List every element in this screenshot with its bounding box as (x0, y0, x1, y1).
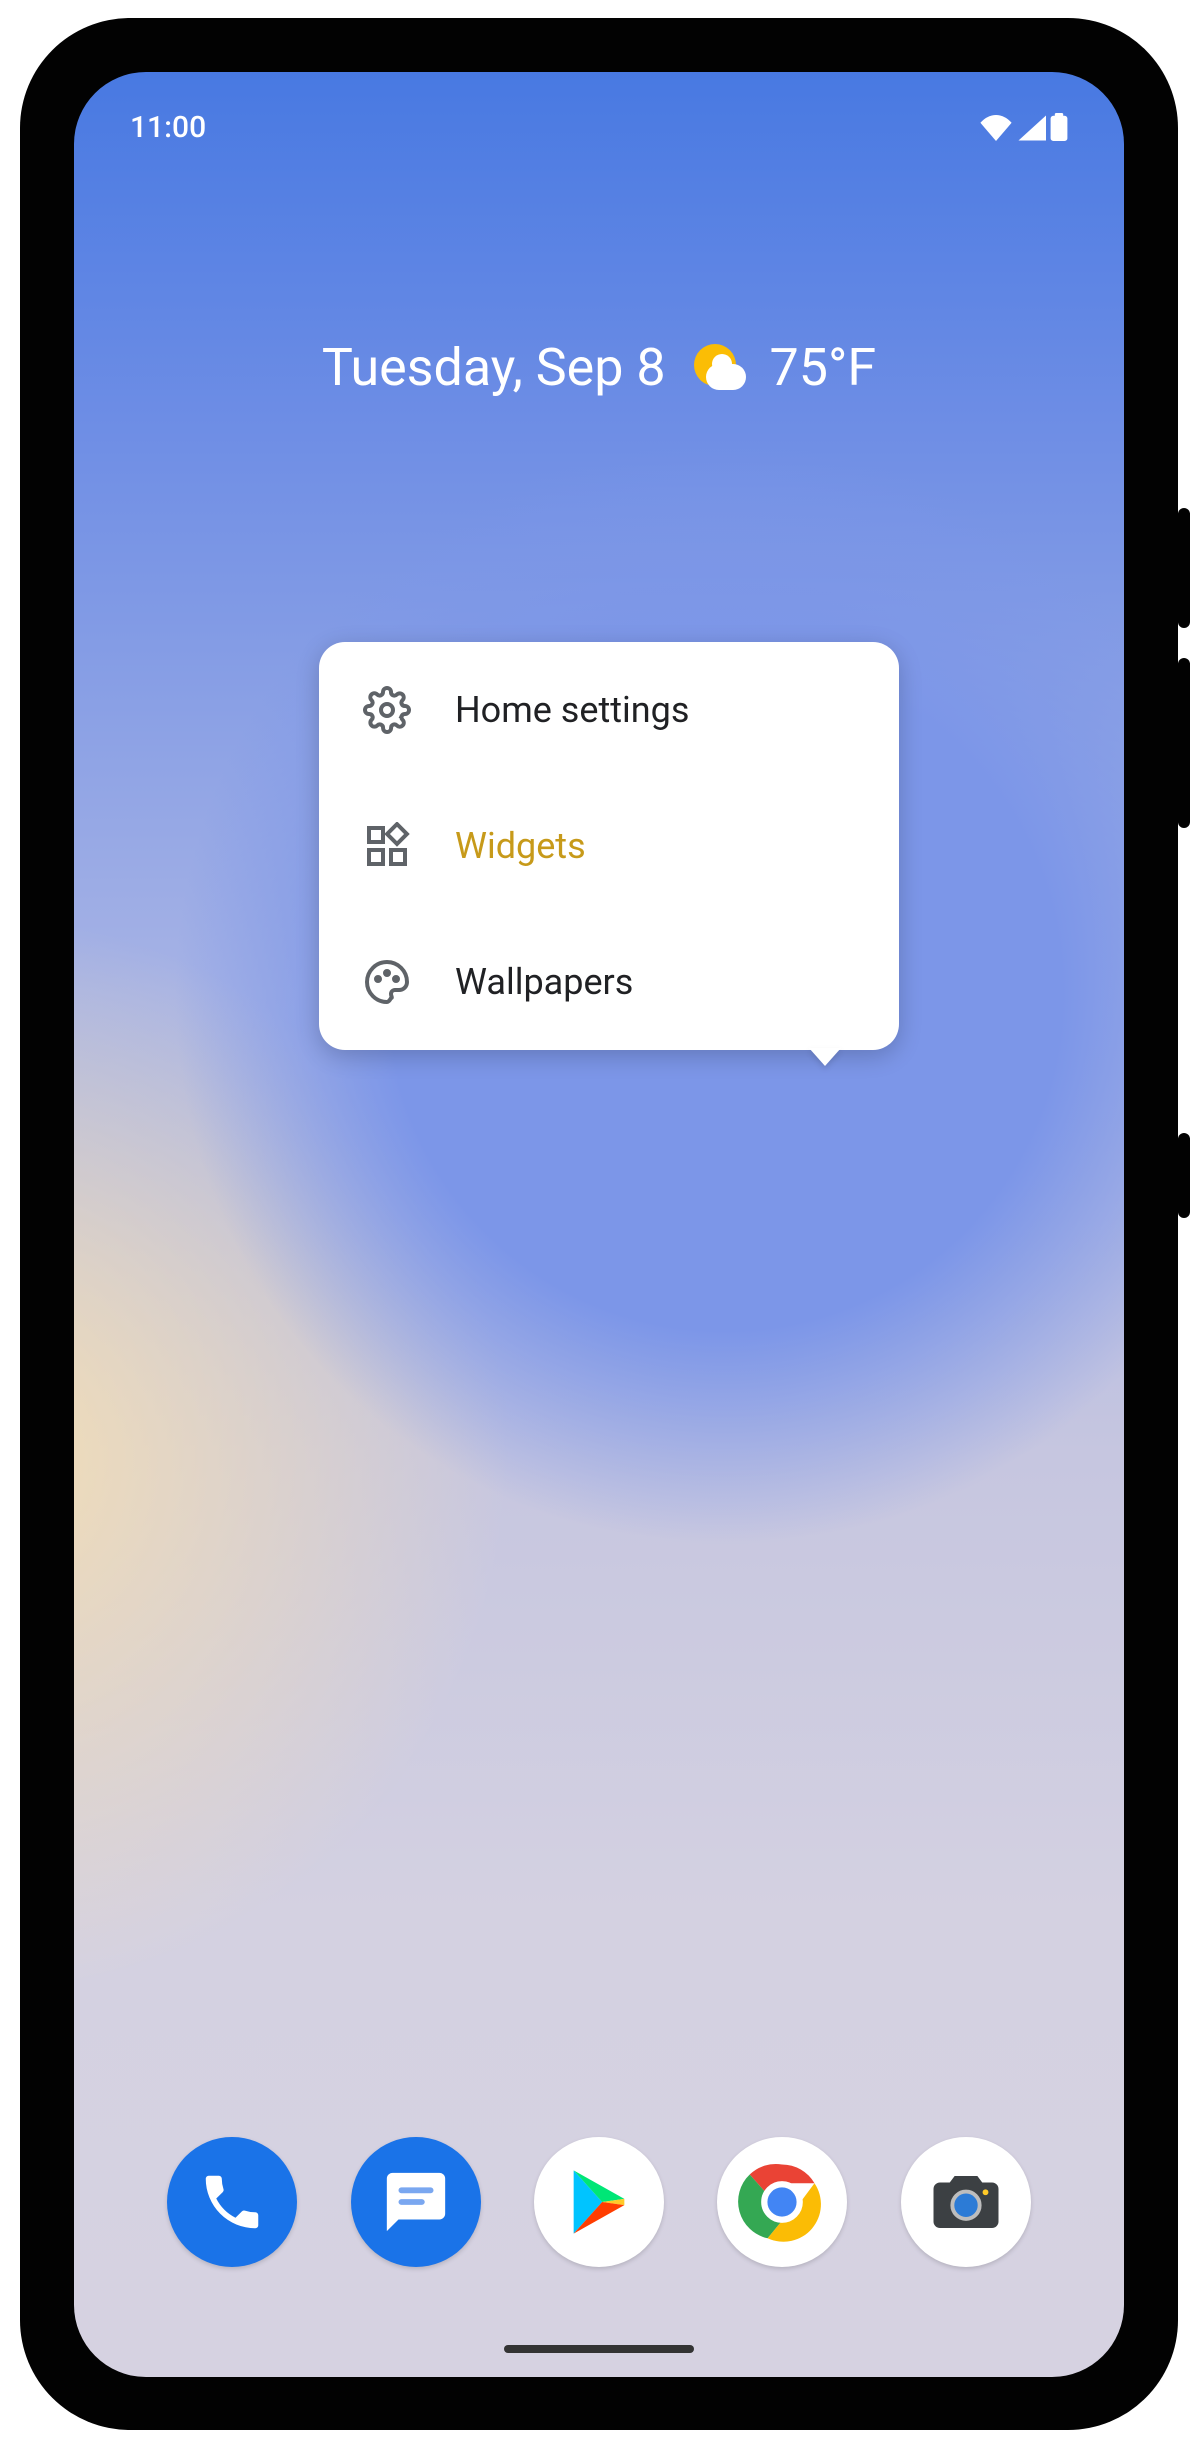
home-context-menu: Home settings Widgets (319, 642, 899, 1050)
palette-icon (363, 958, 411, 1006)
wifi-icon (980, 115, 1012, 141)
phone-icon (197, 2167, 267, 2237)
status-time: 11:00 (130, 110, 206, 145)
phone-frame: 11:00 Tuesday, Sep 8 (20, 18, 1178, 2430)
dock-app-phone[interactable] (167, 2137, 297, 2267)
date-weather-widget[interactable]: Tuesday, Sep 8 75°F (74, 337, 1124, 398)
side-button (1178, 1133, 1190, 1218)
menu-item-label: Home settings (455, 689, 689, 731)
dock-app-camera[interactable] (901, 2137, 1031, 2267)
status-icons (980, 113, 1068, 141)
play-store-icon (561, 2164, 637, 2240)
menu-item-widgets[interactable]: Widgets (319, 778, 899, 914)
date-label: Tuesday, Sep 8 (322, 337, 666, 398)
gesture-nav-bar[interactable] (504, 2345, 694, 2353)
menu-item-label: Widgets (455, 825, 586, 867)
temperature-label: 75°F (770, 337, 877, 398)
status-bar: 11:00 (74, 72, 1124, 162)
widgets-icon (363, 822, 411, 870)
dock-app-play-store[interactable] (534, 2137, 664, 2267)
gear-icon (363, 686, 411, 734)
menu-item-label: Wallpapers (455, 961, 633, 1003)
chrome-icon (732, 2152, 832, 2252)
menu-item-wallpapers[interactable]: Wallpapers (319, 914, 899, 1050)
menu-item-home-settings[interactable]: Home settings (319, 642, 899, 778)
home-screen[interactable]: 11:00 Tuesday, Sep 8 (74, 72, 1124, 2377)
dock-app-chrome[interactable] (717, 2137, 847, 2267)
weather-partly-cloudy-icon (690, 340, 746, 396)
battery-icon (1050, 113, 1068, 141)
side-button (1178, 658, 1190, 828)
camera-icon (927, 2163, 1005, 2241)
side-button (1178, 508, 1190, 628)
dock (74, 2137, 1124, 2267)
cell-signal-icon (1016, 115, 1046, 141)
dock-app-messages[interactable] (351, 2137, 481, 2267)
messages-icon (381, 2167, 451, 2237)
